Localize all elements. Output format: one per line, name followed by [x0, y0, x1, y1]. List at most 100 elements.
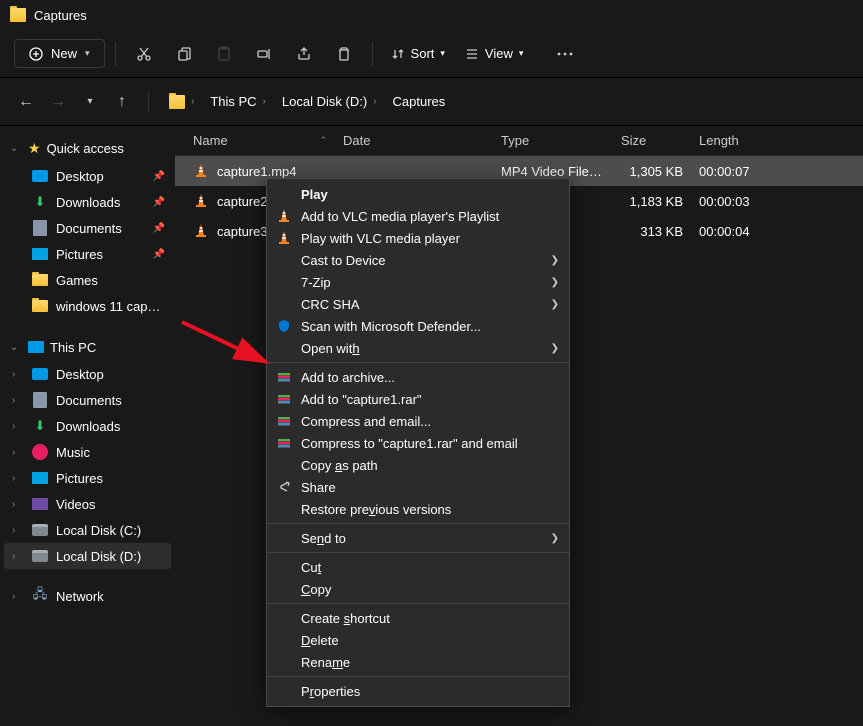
chevron-right-icon: ❯ — [551, 255, 559, 266]
column-type[interactable]: Type — [493, 133, 613, 148]
copy-icon[interactable] — [166, 36, 202, 72]
chevron-right-icon: › — [12, 591, 24, 602]
rename-icon[interactable] — [246, 36, 282, 72]
cut-icon[interactable] — [126, 36, 162, 72]
forward-button[interactable]: → — [46, 93, 70, 111]
chevron-right-icon: › — [12, 525, 24, 536]
column-length[interactable]: Length — [691, 133, 769, 148]
sidebar-item[interactable]: Desktop📌 — [4, 163, 171, 189]
sidebar-item[interactable]: Games — [4, 267, 171, 293]
desktop-icon — [32, 368, 48, 380]
sidebar-item[interactable]: ›Pictures — [4, 465, 171, 491]
network-item[interactable]: › 🖧 Network — [4, 583, 171, 609]
sidebar-item[interactable]: ›Desktop — [4, 361, 171, 387]
sidebar-item[interactable]: Documents📌 — [4, 215, 171, 241]
vlc-icon — [276, 208, 292, 224]
sort-dropdown[interactable]: Sort ▾ — [383, 40, 453, 67]
new-button[interactable]: New ▾ — [14, 39, 105, 68]
folder-icon — [32, 300, 48, 312]
this-pc-header[interactable]: ⌄ This PC — [4, 333, 171, 361]
context-menu-label: Copy as path — [301, 458, 559, 473]
context-menu-label: Properties — [301, 684, 559, 699]
context-menu-item[interactable]: Add to "capture1.rar" — [267, 388, 569, 410]
context-menu-item[interactable]: Play — [267, 183, 569, 205]
sidebar-item-label: Downloads — [56, 195, 145, 210]
column-date[interactable]: Date — [335, 133, 493, 148]
context-menu-item[interactable]: Create shortcut — [267, 607, 569, 629]
context-menu-item[interactable]: CRC SHA❯ — [267, 293, 569, 315]
more-icon[interactable] — [547, 36, 583, 72]
context-menu-item[interactable]: Add to VLC media player's Playlist — [267, 205, 569, 227]
paste-icon[interactable] — [206, 36, 242, 72]
chevron-right-icon: ❯ — [551, 299, 559, 310]
column-name[interactable]: Name ⌃ — [185, 133, 335, 148]
sidebar-item-label: Games — [56, 273, 165, 288]
context-menu-label: Add to "capture1.rar" — [301, 392, 559, 407]
context-menu-item[interactable]: 7-Zip❯ — [267, 271, 569, 293]
context-menu-item[interactable]: Scan with Microsoft Defender... — [267, 315, 569, 337]
context-menu-label: Create shortcut — [301, 611, 559, 626]
vlc-icon — [275, 207, 293, 225]
column-size[interactable]: Size — [613, 133, 691, 148]
context-menu-item[interactable]: Restore previous versions — [267, 498, 569, 520]
context-menu-item[interactable]: Compress and email... — [267, 410, 569, 432]
breadcrumb-captures[interactable]: Captures — [387, 90, 452, 113]
window-title: Captures — [34, 8, 87, 23]
context-menu-item[interactable]: Copy as path — [267, 454, 569, 476]
context-menu-item[interactable]: Play with VLC media player — [267, 227, 569, 249]
sidebar-item[interactable]: ›⬇Downloads — [4, 413, 171, 439]
breadcrumb-local-disk-d[interactable]: Local Disk (D:)› — [276, 90, 383, 113]
context-menu-item[interactable]: Cast to Device❯ — [267, 249, 569, 271]
sidebar-item[interactable]: ›Local Disk (D:) — [4, 543, 171, 569]
context-menu-item[interactable]: Add to archive... — [267, 366, 569, 388]
folder-icon — [169, 95, 185, 109]
context-menu-item[interactable]: Copy — [267, 578, 569, 600]
vlc-icon — [193, 163, 209, 179]
sidebar-item[interactable]: ›Videos — [4, 491, 171, 517]
title-bar: Captures — [0, 0, 863, 30]
share-icon — [275, 478, 293, 496]
context-menu-item[interactable]: Share — [267, 476, 569, 498]
share-icon[interactable] — [286, 36, 322, 72]
sidebar-item-label: Pictures — [56, 247, 145, 262]
context-menu-label: Play — [301, 187, 559, 202]
file-size: 1,305 KB — [613, 164, 691, 179]
breadcrumb[interactable]: › This PC› Local Disk (D:)› Captures — [163, 90, 849, 113]
context-menu-item[interactable]: Delete — [267, 629, 569, 651]
disk-icon — [32, 524, 48, 536]
context-menu-item[interactable]: Compress to "capture1.rar" and email — [267, 432, 569, 454]
sidebar-item[interactable]: ›Documents — [4, 387, 171, 413]
sidebar-item-label: Downloads — [56, 419, 165, 434]
blank-icon — [275, 580, 293, 598]
sidebar-item[interactable]: ⬇Downloads📌 — [4, 189, 171, 215]
back-button[interactable]: ← — [14, 93, 38, 111]
separator — [148, 91, 149, 113]
view-dropdown[interactable]: View ▾ — [457, 40, 531, 67]
quick-access-header[interactable]: ⌄ ★ Quick access — [4, 134, 171, 163]
context-menu-item[interactable]: Properties — [267, 680, 569, 702]
sidebar-item-label: Local Disk (C:) — [56, 523, 165, 538]
sidebar-item[interactable]: › Local Disk (C:) — [4, 517, 171, 543]
folder-icon — [32, 274, 48, 286]
breadcrumb-this-pc[interactable]: This PC› — [204, 90, 272, 113]
sort-indicator-icon: ⌃ — [319, 135, 327, 146]
downloads-icon: ⬇ — [32, 194, 48, 210]
sidebar-item[interactable]: windows 11 capptu — [4, 293, 171, 319]
delete-icon[interactable] — [326, 36, 362, 72]
chevron-right-icon: › — [12, 369, 24, 380]
sidebar-item-label: Local Disk (D:) — [56, 549, 165, 564]
recent-dropdown[interactable]: ▾ — [78, 96, 102, 107]
sidebar-item[interactable]: Pictures📌 — [4, 241, 171, 267]
blank-icon — [275, 273, 293, 291]
context-menu-item[interactable]: Open with❯ — [267, 337, 569, 359]
context-menu-label: Open with — [301, 341, 543, 356]
context-menu-item[interactable]: Cut — [267, 556, 569, 578]
up-button[interactable]: ↑ — [110, 93, 134, 111]
context-menu-label: Restore previous versions — [301, 502, 559, 517]
breadcrumb-root[interactable]: › — [163, 91, 200, 113]
context-menu-item[interactable]: Send to❯ — [267, 527, 569, 549]
context-menu-item[interactable]: Rename — [267, 651, 569, 673]
blank-icon — [275, 251, 293, 269]
sidebar-item[interactable]: ›Music — [4, 439, 171, 465]
context-menu-label: Rename — [301, 655, 559, 670]
